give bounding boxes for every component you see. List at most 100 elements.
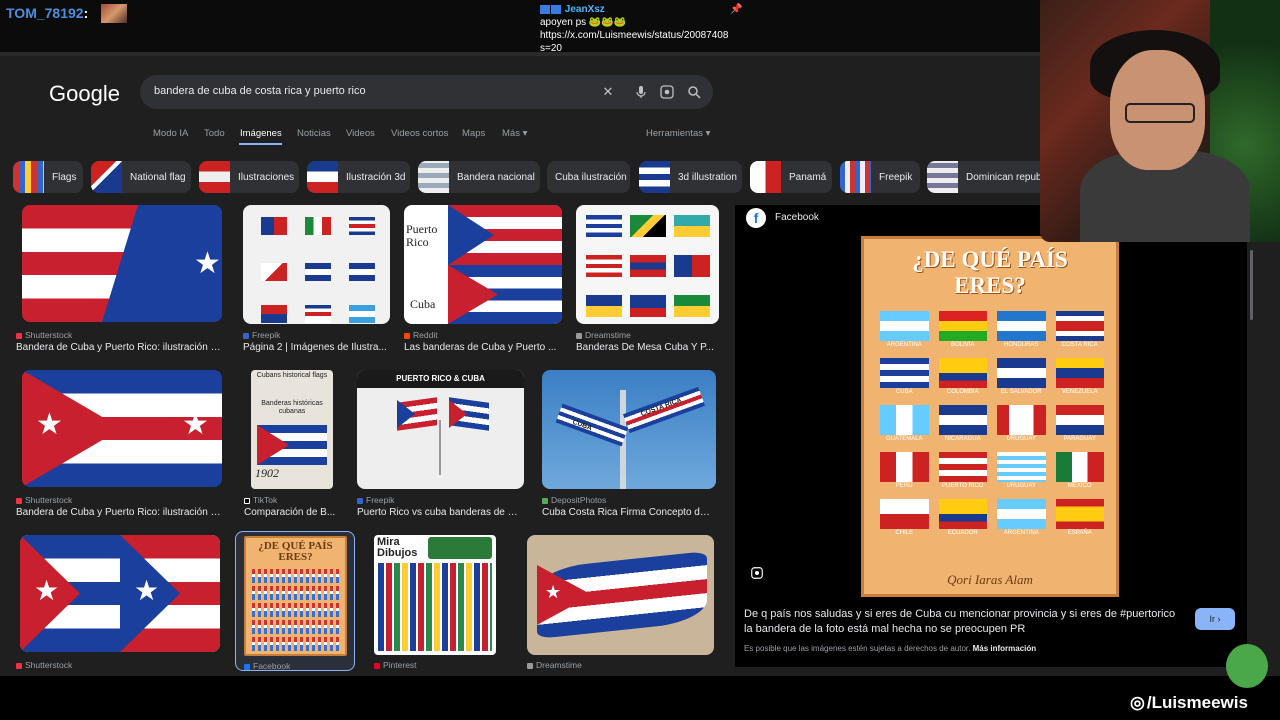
image-result[interactable]: PUERTO RICO & CUBA Freepik Puerto Rico v…	[357, 370, 527, 520]
stream-frame: { "overlay":{ "chat_user":"TOM_78192", "…	[0, 0, 1280, 720]
result-thumbnail[interactable]: ★ ★	[20, 535, 220, 652]
tools-button[interactable]: Herramientas ▾	[646, 128, 710, 139]
thumb-label: Puerto Rico	[406, 222, 438, 249]
chip-panama[interactable]: Panamá	[750, 161, 832, 193]
active-tab-indicator	[239, 143, 282, 145]
result-thumbnail[interactable]: ★	[22, 205, 222, 322]
image-result[interactable]: Mira Dibujos Pinterest	[374, 535, 499, 670]
tab-imagenes[interactable]: Imágenes	[240, 128, 282, 139]
chip-bandera-nacional[interactable]: Bandera nacional	[418, 161, 540, 193]
thumb-label: PUERTO RICO & CUBA	[357, 370, 524, 388]
result-source: Shutterstock	[16, 330, 72, 340]
tab-noticias[interactable]: Noticias	[297, 128, 331, 139]
result-thumbnail[interactable]: Cubans historical flags Banderas históri…	[251, 370, 333, 489]
result-source: Freepik	[357, 495, 394, 505]
result-thumbnail[interactable]: ¿DE QUÉ PAÍS ERES?	[244, 536, 347, 656]
chip-ilustracion-3d[interactable]: Ilustración 3d	[307, 161, 410, 193]
thumb-label: Cuba	[410, 297, 436, 311]
result-title[interactable]: Bandera de Cuba y Puerto Rico: ilustraci…	[16, 342, 226, 353]
result-source: Facebook	[244, 661, 290, 671]
result-thumbnail[interactable]	[576, 205, 719, 324]
pin-icon: 📌	[730, 4, 743, 15]
result-title[interactable]: Banderas De Mesa Cuba Y P...	[576, 342, 716, 353]
image-result[interactable]: ★ Dreamstime	[527, 535, 717, 670]
image-result[interactable]: Puerto Rico Cuba Reddit Las banderas de …	[404, 205, 564, 355]
chip-freepik[interactable]: Freepik	[840, 161, 920, 193]
result-source: TikTok	[244, 495, 277, 505]
image-result[interactable]: Freepik Página 2 | Imágenes de Ilustra..…	[243, 205, 393, 355]
chat-username: TOM_78192:	[6, 5, 89, 21]
tab-todo[interactable]: Todo	[204, 128, 225, 139]
pinned-nick: JeanXsz	[564, 4, 605, 15]
tab-modo-ia[interactable]: Modo IA	[153, 128, 188, 139]
result-title[interactable]: Bandera de Cuba y Puerto Rico: ilustraci…	[16, 507, 226, 518]
result-thumbnail[interactable]: ★ ★	[22, 370, 222, 487]
image-result[interactable]: Cubans historical flags Banderas históri…	[244, 370, 344, 520]
pinned-line: https://x.com/Luismeewis/status/20087408	[540, 30, 729, 41]
image-result[interactable]: ★ ★ Shutterstock	[16, 535, 226, 670]
google-logo[interactable]: Google	[49, 81, 120, 107]
mic-icon[interactable]	[633, 84, 649, 100]
preview-image[interactable]: ¿DE QUÉ PAÍS ERES? ARGENTINA BOLIVIA HOND…	[861, 236, 1119, 597]
tab-mas[interactable]: Más ▾	[502, 128, 527, 139]
chip-3d-illustration[interactable]: 3d illustration	[639, 161, 742, 193]
chip-ilustraciones[interactable]: Ilustraciones	[199, 161, 299, 193]
result-source: Pinterest	[374, 660, 417, 670]
chat-emote	[101, 4, 127, 23]
image-result[interactable]: CUBA COSTA RICA DepositPhotos Cuba Costa…	[542, 370, 717, 520]
result-source: Shutterstock	[16, 660, 72, 670]
search-box[interactable]: bandera de cuba de costa rica y puerto r…	[140, 75, 713, 109]
result-source: Dreamstime	[527, 660, 582, 670]
lens-icon[interactable]	[659, 84, 675, 100]
result-thumbnail[interactable]: Mira Dibujos	[374, 535, 496, 655]
facebook-icon: f	[746, 208, 766, 228]
instagram-icon: ◎	[1130, 693, 1145, 712]
result-source: DepositPhotos	[542, 495, 606, 505]
tab-videos-cortos[interactable]: Videos cortos	[391, 128, 448, 139]
image-result[interactable]: ★ Shutterstock Bandera de Cuba y Puerto …	[16, 205, 226, 355]
badge-icon	[540, 4, 550, 14]
pinned-chat-message: JeanXsz apoyen ps 🐸🐸🐸 https://x.com/Luis…	[540, 3, 750, 55]
chip-dominican-republic[interactable]: Dominican republ	[927, 161, 1047, 193]
instagram-handle: ◎/Luismeewis	[1130, 693, 1248, 712]
chip-cuba-ilustracion[interactable]: Cuba ilustración	[547, 161, 630, 193]
tab-videos[interactable]: Videos	[346, 128, 375, 139]
badge-icon	[551, 4, 561, 14]
clear-icon[interactable]: ✕	[600, 84, 616, 100]
result-source: Shutterstock	[16, 495, 72, 505]
result-source: Freepik	[243, 330, 280, 340]
search-icon[interactable]	[686, 84, 702, 100]
result-title[interactable]: Las banderas de Cuba y Puerto ...	[404, 342, 559, 353]
tab-maps[interactable]: Maps	[462, 128, 485, 139]
result-thumbnail[interactable]: CUBA COSTA RICA	[542, 370, 716, 489]
result-thumbnail[interactable]: ★	[527, 535, 714, 655]
result-title[interactable]: Página 2 | Imágenes de Ilustra...	[243, 342, 388, 353]
go-button[interactable]: Ir ›	[1195, 608, 1235, 630]
thumb-label: Mira Dibujos	[377, 536, 418, 559]
thumb-label: Cubans historical flags	[256, 372, 328, 379]
image-result[interactable]: ★ ★ Shutterstock Bandera de Cuba y Puert…	[16, 370, 226, 520]
image-result[interactable]: Dreamstime Banderas De Mesa Cuba Y P...	[576, 205, 721, 355]
scrollbar[interactable]	[1250, 250, 1253, 320]
result-source: Reddit	[404, 330, 438, 340]
result-thumbnail[interactable]	[243, 205, 390, 324]
pinned-line: apoyen ps 🐸🐸🐸	[540, 17, 627, 28]
thumb-label: ¿DE QUÉ PAÍS ERES?	[258, 540, 333, 563]
more-info-link[interactable]: Más información	[973, 644, 1037, 653]
result-title[interactable]: Comparación de B...	[244, 507, 339, 518]
chip-flags[interactable]: Flags	[13, 161, 83, 193]
result-thumbnail[interactable]: Puerto Rico Cuba	[404, 205, 562, 324]
search-input[interactable]: bandera de cuba de costa rica y puerto r…	[154, 85, 366, 97]
image-result-selected[interactable]: ¿DE QUÉ PAÍS ERES? Facebook	[235, 531, 355, 671]
result-thumbnail[interactable]: PUERTO RICO & CUBA	[357, 370, 524, 489]
poster-title: ¿DE QUÉ PAÍS ERES?	[912, 247, 1068, 298]
thumb-label: Banderas históricas cubanas	[261, 400, 323, 415]
webcam-overlay	[1040, 0, 1280, 242]
result-title[interactable]: Puerto Rico vs cuba banderas de es...	[357, 507, 522, 518]
result-title[interactable]: Cuba Costa Rica Firma Concepto de ...	[542, 507, 712, 518]
thumb-label: 1902	[255, 466, 279, 480]
pepe-emote-icon	[1226, 644, 1268, 688]
chip-national-flag[interactable]: National flag	[91, 161, 191, 193]
lens-search-icon[interactable]	[749, 566, 765, 582]
preview-site-name[interactable]: Facebook	[775, 212, 819, 223]
